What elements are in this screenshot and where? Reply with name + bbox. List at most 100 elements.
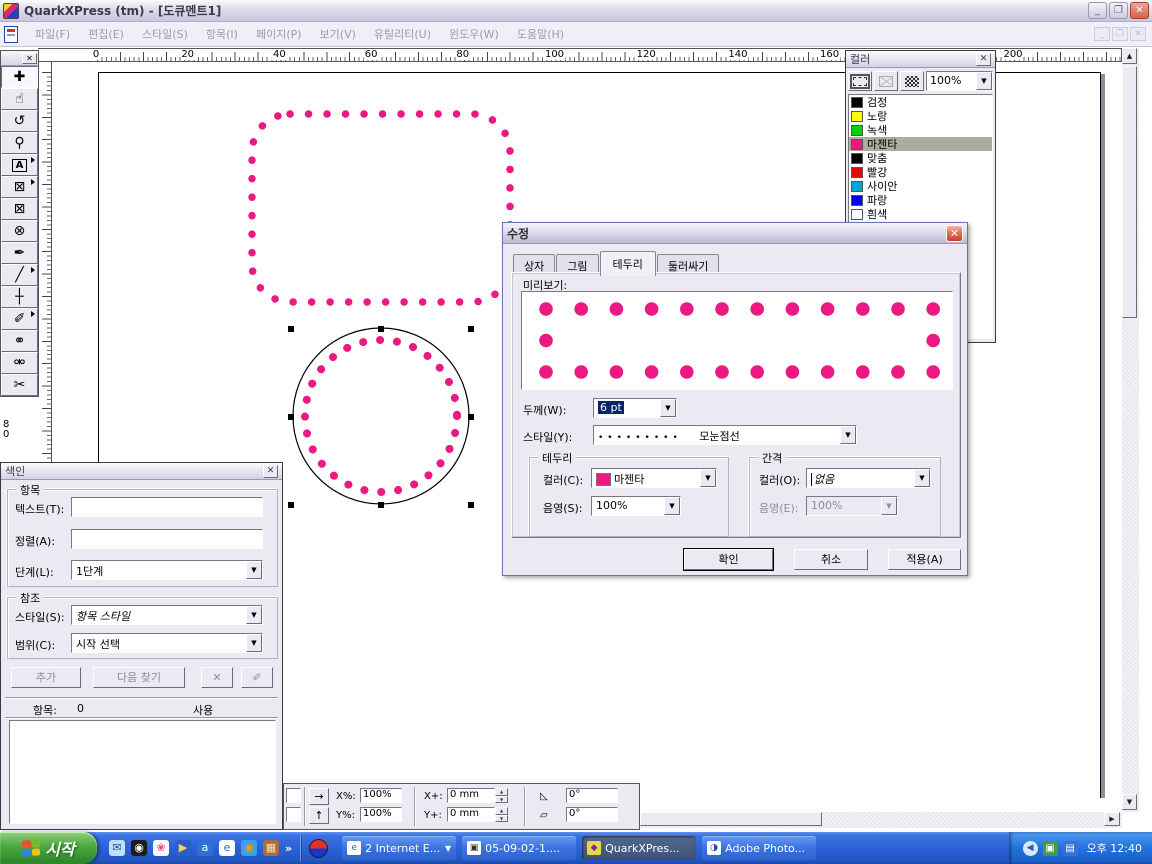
- y-offset-spinner[interactable]: ▲▼: [495, 807, 508, 822]
- chevron-down-icon[interactable]: ▼: [976, 72, 992, 90]
- skew-input[interactable]: 0°: [566, 807, 618, 822]
- y-scale-input[interactable]: 100%: [360, 807, 402, 822]
- ref-style-combo[interactable]: 항목 스타일 ▼: [71, 605, 263, 625]
- menu-item-8[interactable]: 도움말(H): [517, 26, 564, 42]
- scissors-tool[interactable]: ✂: [1, 374, 38, 396]
- unlinking-tool[interactable]: ⚮: [1, 352, 38, 374]
- menu-item-2[interactable]: 스타일(S): [142, 26, 188, 42]
- task-button-2[interactable]: ◆QuarkXPres...: [582, 836, 696, 860]
- menu-item-5[interactable]: 보기(V): [320, 26, 356, 42]
- chevron-down-icon[interactable]: ▼: [914, 469, 930, 487]
- line-tool[interactable]: ╱: [1, 264, 38, 286]
- cancel-button[interactable]: 취소: [794, 549, 868, 570]
- color-row-5[interactable]: 빨강: [849, 165, 992, 179]
- background-mode-button[interactable]: [900, 71, 924, 91]
- acrobat-icon[interactable]: a: [197, 840, 213, 856]
- menu-item-1[interactable]: 편집(E): [88, 26, 124, 42]
- menu-item-3[interactable]: 항목(I): [206, 26, 238, 42]
- shade-combo[interactable]: 100% ▼: [926, 71, 993, 91]
- zoom-tool[interactable]: ⚲: [1, 132, 38, 154]
- frame-color-combo[interactable]: 마젠타 ▼: [591, 468, 717, 488]
- restore-button[interactable]: ❐: [1109, 2, 1128, 19]
- frame-mode-button[interactable]: [848, 71, 872, 91]
- flower-icon[interactable]: ❀: [153, 840, 169, 856]
- modify-dialog-titlebar[interactable]: 수정 ✕: [503, 223, 967, 244]
- internet-explorer-icon[interactable]: e: [219, 840, 235, 856]
- modify-dialog-close-button[interactable]: ✕: [946, 225, 963, 242]
- color-row-6[interactable]: 사이안: [849, 179, 992, 193]
- x-scale-input[interactable]: 100%: [360, 788, 402, 803]
- orthogonal-line-tool[interactable]: ┼: [1, 286, 38, 308]
- picture-icon[interactable]: ▦: [263, 840, 279, 856]
- linking-tool[interactable]: ⚭: [1, 330, 38, 352]
- rectangle-picture-box-tool[interactable]: ⊠: [1, 176, 38, 198]
- flip-vertical-button[interactable]: ↑: [309, 807, 329, 824]
- sort-input[interactable]: [71, 529, 263, 549]
- tray-chevron-icon[interactable]: ◀: [1023, 841, 1038, 856]
- mail-icon[interactable]: ✉: [109, 840, 125, 856]
- chevron-down-icon[interactable]: ▼: [700, 469, 716, 487]
- ok-button[interactable]: 확인: [684, 549, 773, 570]
- color-row-1[interactable]: 노랑: [849, 109, 992, 123]
- color-row-8[interactable]: 흰색: [849, 207, 992, 221]
- horizontal-scroll-thumb[interactable]: [640, 812, 822, 826]
- gap-color-combo[interactable]: 없음 ▼: [806, 468, 931, 488]
- level-combo[interactable]: 1단계 ▼: [71, 560, 263, 580]
- colors-palette-close-icon[interactable]: ✕: [976, 53, 991, 66]
- menu-item-0[interactable]: 파일(F): [35, 26, 70, 42]
- content-tool[interactable]: ☝: [1, 88, 38, 110]
- player-icon[interactable]: ◉: [241, 840, 257, 856]
- start-button[interactable]: 시작: [0, 832, 97, 864]
- color-row-3[interactable]: 마젠타: [849, 137, 992, 151]
- media-player-icon[interactable]: ▶: [175, 840, 191, 856]
- text-box-tool[interactable]: A: [1, 154, 38, 176]
- width-combo[interactable]: 6 pt ▼: [593, 398, 677, 418]
- color-row-2[interactable]: 녹색: [849, 123, 992, 137]
- chevron-down-icon[interactable]: ▼: [840, 426, 856, 444]
- contents-mode-button[interactable]: [874, 71, 898, 91]
- color-row-0[interactable]: 검정: [849, 95, 992, 109]
- x-offset-input[interactable]: 0 mm: [447, 788, 495, 803]
- scroll-right-button[interactable]: ▶: [1104, 812, 1120, 826]
- text-input[interactable]: [71, 497, 263, 517]
- edit-pencil-button[interactable]: ✐: [241, 667, 273, 688]
- apply-button[interactable]: 적용(A): [888, 549, 961, 570]
- minimize-button[interactable]: _: [1088, 2, 1107, 19]
- tool-palette-close-icon[interactable]: ✕: [22, 53, 37, 64]
- find-next-button[interactable]: 다음 찾기: [93, 667, 185, 688]
- color-row-7[interactable]: 파랑: [849, 193, 992, 207]
- scroll-down-button[interactable]: ▼: [1122, 794, 1137, 810]
- network-icon[interactable]: ▣: [1043, 841, 1058, 856]
- chevron-down-icon[interactable]: ▼: [246, 606, 262, 624]
- item-tool[interactable]: ✚: [1, 66, 38, 88]
- task-button-1[interactable]: ▣05-09-02-1....: [462, 836, 576, 860]
- chevron-down-icon[interactable]: ▼: [660, 399, 676, 417]
- frame-shade-combo[interactable]: 100% ▼: [591, 496, 681, 516]
- quark-app-icon[interactable]: ◉: [131, 840, 147, 856]
- korean-ime-icon[interactable]: [309, 839, 328, 858]
- display-icon[interactable]: ▤: [1063, 841, 1078, 856]
- delete-button[interactable]: ✕: [201, 667, 233, 688]
- menu-item-4[interactable]: 페이지(P): [256, 26, 302, 42]
- index-palette-close-icon[interactable]: ✕: [263, 465, 278, 478]
- x-offset-spinner[interactable]: ▲▼: [495, 788, 508, 803]
- index-entries-list[interactable]: [9, 720, 276, 824]
- tab-2[interactable]: 테두리: [600, 251, 656, 276]
- task-button-3[interactable]: ◑Adobe Photo...: [702, 836, 816, 860]
- task-button-0[interactable]: e2 Internet E...▼: [342, 836, 456, 860]
- overflow-chevron-icon[interactable]: »: [285, 842, 292, 855]
- scope-combo[interactable]: 시작 선택 ▼: [71, 633, 263, 653]
- rounded-picture-box-tool[interactable]: ⊠: [1, 198, 38, 220]
- flip-horizontal-button[interactable]: →: [309, 788, 329, 805]
- chevron-down-icon[interactable]: ▼: [246, 634, 262, 652]
- bezier-picture-box-tool[interactable]: ✒: [1, 242, 38, 264]
- y-offset-input[interactable]: 0 mm: [447, 807, 495, 822]
- rotation-input[interactable]: 0°: [566, 788, 618, 803]
- close-button[interactable]: ✕: [1130, 2, 1149, 19]
- style-combo[interactable]: ••••••••• 모눈점선 ▼: [593, 425, 857, 445]
- scroll-up-button[interactable]: ▲: [1122, 48, 1137, 64]
- add-button[interactable]: 추가: [11, 667, 81, 688]
- menu-item-6[interactable]: 유틸리티(U): [374, 26, 431, 42]
- color-row-4[interactable]: 맞춤: [849, 151, 992, 165]
- oval-picture-box-tool[interactable]: ⊗: [1, 220, 38, 242]
